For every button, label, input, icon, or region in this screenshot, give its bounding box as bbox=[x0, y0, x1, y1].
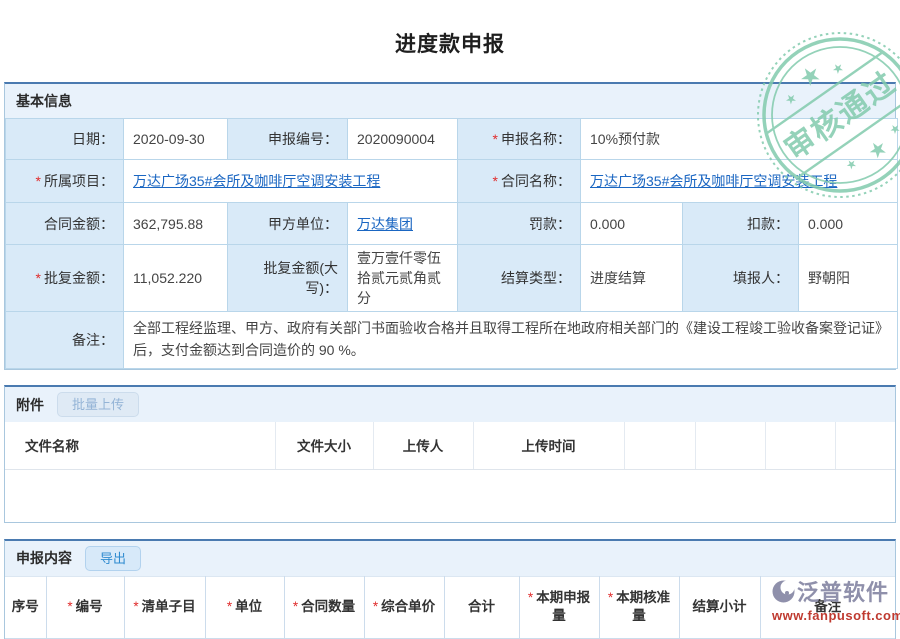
decl-col-unit: *单位 bbox=[205, 576, 284, 638]
field-label-decl-no: 申报编号： bbox=[228, 119, 348, 160]
field-label-approved-amount-caps: 批复金额(大写)： bbox=[228, 245, 348, 312]
declaration-section-title: 申报内容 bbox=[16, 548, 72, 568]
field-value-filler: 野朝阳 bbox=[799, 245, 898, 312]
decl-col-period-declared: *本期申报量 bbox=[519, 576, 599, 638]
attach-col-empty bbox=[695, 422, 765, 469]
required-asterisk: * bbox=[36, 173, 41, 189]
required-asterisk: * bbox=[493, 173, 498, 189]
required-asterisk: * bbox=[493, 131, 498, 147]
field-label-penalty: 罚款： bbox=[458, 203, 581, 245]
required-asterisk: * bbox=[133, 599, 138, 614]
attachments-table: 文件名称 文件大小 上传人 上传时间 bbox=[5, 422, 895, 470]
decl-col-list-item: *清单子目 bbox=[124, 576, 205, 638]
field-value-party-a: 万达集团 bbox=[348, 203, 458, 245]
field-value-decl-no: 2020090004 bbox=[348, 119, 458, 160]
attach-col-uploader: 上传人 bbox=[373, 422, 473, 469]
attach-col-empty bbox=[624, 422, 695, 469]
export-button[interactable]: 导出 bbox=[85, 546, 141, 571]
field-value-remark: 全部工程经监理、甲方、政府有关部门书面验收合格并且取得工程所在地政府相关部门的《… bbox=[124, 312, 898, 369]
basic-info-panel: 基本信息 日期： 2020-09-30 申报编号： 2020090004 *申报… bbox=[4, 82, 896, 370]
field-label-party-a: 甲方单位： bbox=[228, 203, 348, 245]
field-label-date: 日期： bbox=[6, 119, 124, 160]
required-asterisk: * bbox=[373, 599, 378, 614]
field-value-approved-amount: 11,052.220 bbox=[124, 245, 228, 312]
required-asterisk: * bbox=[36, 270, 41, 286]
field-value-penalty: 0.000 bbox=[581, 203, 683, 245]
field-value-approved-amount-caps: 壹万壹仟零伍拾贰元贰角贰分 bbox=[348, 245, 458, 312]
field-label-approved-amount: *批复金额： bbox=[6, 245, 124, 312]
decl-col-seq: 序号 bbox=[5, 576, 46, 638]
field-value-project: 万达广场35#会所及咖啡厅空调安装工程 bbox=[124, 160, 458, 203]
field-label-decl-name: *申报名称： bbox=[458, 119, 581, 160]
stamp-star-icon: ★ bbox=[829, 59, 847, 78]
attach-col-empty bbox=[835, 422, 895, 469]
decl-col-period-approved: *本期核准量 bbox=[599, 576, 679, 638]
decl-col-number: *编号 bbox=[46, 576, 124, 638]
field-value-decl-name: 10%预付款 bbox=[581, 119, 898, 160]
required-asterisk: * bbox=[608, 590, 613, 605]
batch-upload-button[interactable]: 批量上传 bbox=[57, 392, 139, 417]
field-label-deduction: 扣款： bbox=[683, 203, 799, 245]
field-label-contract-amount: 合同金额： bbox=[6, 203, 124, 245]
required-asterisk: * bbox=[227, 599, 232, 614]
field-label-filler: 填报人： bbox=[683, 245, 799, 312]
required-asterisk: * bbox=[528, 590, 533, 605]
field-label-contract-name: *合同名称： bbox=[458, 160, 581, 203]
field-label-project: *所属项目： bbox=[6, 160, 124, 203]
field-value-contract-amount: 362,795.88 bbox=[124, 203, 228, 245]
attach-col-file-size: 文件大小 bbox=[275, 422, 373, 469]
attach-col-upload-time: 上传时间 bbox=[473, 422, 624, 469]
decl-col-total: 合计 bbox=[444, 576, 519, 638]
decl-col-unit-price: *综合单价 bbox=[364, 576, 444, 638]
attach-col-empty bbox=[765, 422, 835, 469]
basic-info-section-title: 基本信息 bbox=[5, 84, 895, 118]
basic-info-table: 日期： 2020-09-30 申报编号： 2020090004 *申报名称： 1… bbox=[5, 118, 898, 369]
decl-col-settle-subtotal: 结算小计 bbox=[679, 576, 760, 638]
field-label-settlement-type: 结算类型： bbox=[458, 245, 581, 312]
attachments-panel: 附件 批量上传 文件名称 文件大小 上传人 上传时间 bbox=[4, 385, 896, 523]
page-title: 进度款申报 bbox=[0, 28, 900, 58]
declaration-table: 序号 *编号 *清单子目 *单位 *合同数量 *综合单价 合计 *本期申报量 *… bbox=[5, 576, 895, 639]
project-link[interactable]: 万达广场35#会所及咖啡厅空调安装工程 bbox=[133, 173, 380, 189]
attachments-empty-area bbox=[5, 470, 895, 522]
decl-col-contract-qty: *合同数量 bbox=[284, 576, 364, 638]
field-value-date: 2020-09-30 bbox=[124, 119, 228, 160]
party-a-link[interactable]: 万达集团 bbox=[357, 216, 413, 232]
field-label-remark: 备注： bbox=[6, 312, 124, 369]
field-value-deduction: 0.000 bbox=[799, 203, 898, 245]
decl-col-remark: 备注 bbox=[760, 576, 895, 638]
field-value-settlement-type: 进度结算 bbox=[581, 245, 683, 312]
declaration-panel: 申报内容 导出 序号 *编号 *清单子目 *单位 *合同数量 *综合单价 合计 … bbox=[4, 539, 896, 639]
required-asterisk: * bbox=[67, 599, 72, 614]
required-asterisk: * bbox=[293, 599, 298, 614]
field-value-contract-name: 万达广场35#会所及咖啡厅空调安装工程 bbox=[581, 160, 898, 203]
attach-col-file-name: 文件名称 bbox=[5, 422, 275, 469]
contract-name-link[interactable]: 万达广场35#会所及咖啡厅空调安装工程 bbox=[590, 173, 837, 189]
attachments-section-title: 附件 bbox=[16, 395, 44, 415]
